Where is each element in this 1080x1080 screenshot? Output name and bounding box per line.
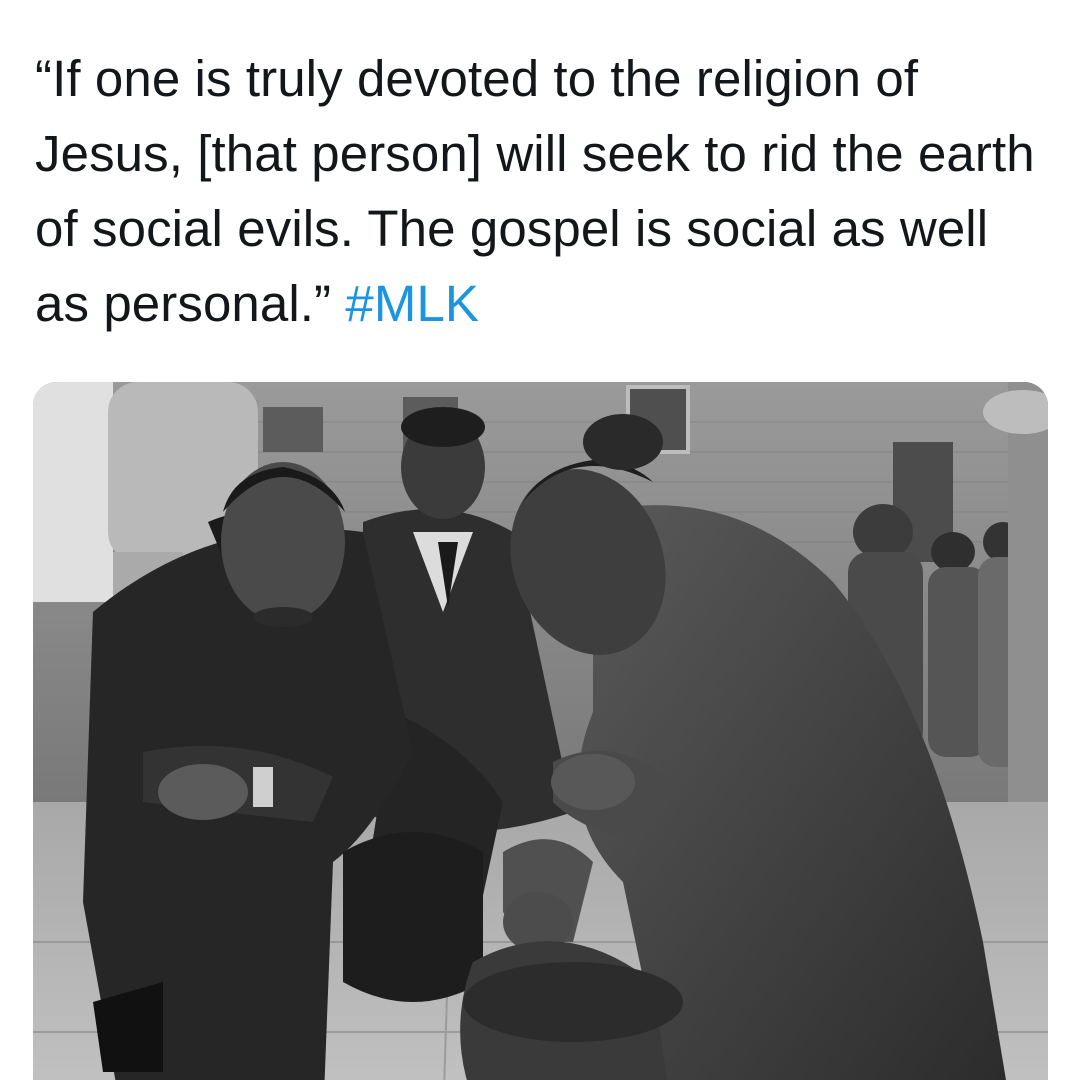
photo-illustration — [33, 382, 1048, 1080]
tweet[interactable]: “If one is truly devoted to the religion… — [0, 0, 1080, 1080]
tweet-quote-text: “If one is truly devoted to the religion… — [35, 50, 1035, 332]
hashtag-link[interactable]: #MLK — [345, 275, 479, 332]
building-window — [263, 407, 323, 452]
white-wall — [33, 382, 113, 602]
tweet-text: “If one is truly devoted to the religion… — [35, 41, 1050, 341]
hat-middle — [343, 832, 483, 1002]
tweet-photo[interactable] — [33, 382, 1048, 1080]
